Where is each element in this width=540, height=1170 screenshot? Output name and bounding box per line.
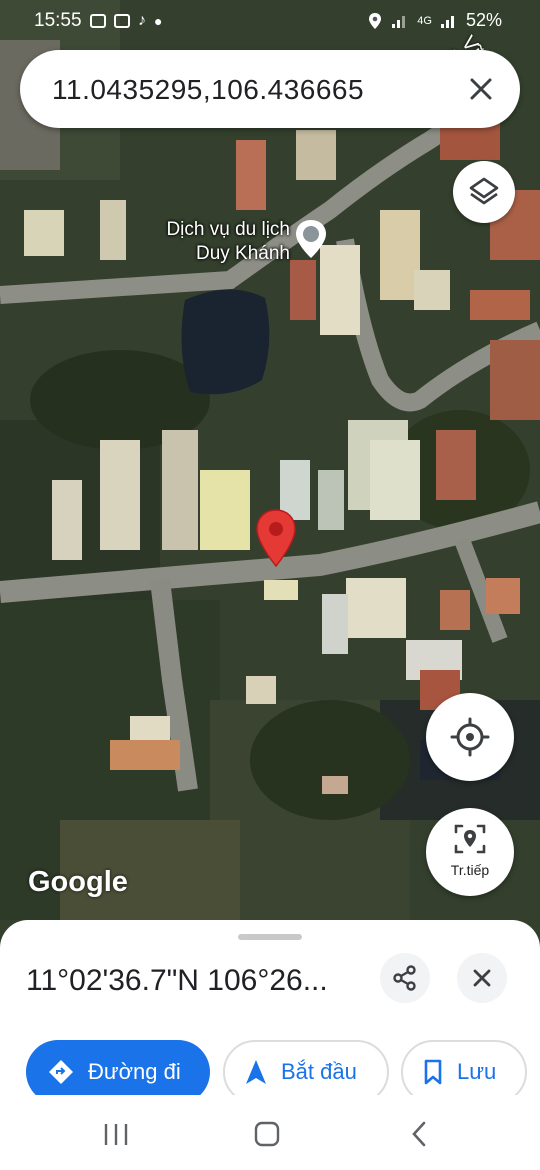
layers-button[interactable]: [453, 161, 515, 223]
crosshair-icon: [450, 717, 490, 757]
poi-pin-icon[interactable]: [292, 218, 330, 262]
search-bar[interactable]: 11.0435295,106.436665: [20, 50, 520, 128]
zalo-icon: [114, 14, 130, 28]
gallery-icon: [90, 14, 106, 28]
sheet-drag-handle[interactable]: [238, 934, 302, 940]
navigation-arrow-icon: [246, 1060, 266, 1084]
dropped-pin-icon[interactable]: [254, 508, 298, 570]
dot-icon: ●: [154, 13, 163, 29]
location-icon: [369, 12, 382, 29]
clear-search-icon[interactable]: [460, 68, 502, 110]
signal-icon: [392, 15, 406, 28]
live-view-icon: [454, 824, 486, 854]
status-time: 15:55: [34, 10, 82, 31]
google-logo: Google: [28, 866, 128, 898]
layers-icon: [469, 177, 499, 205]
close-sheet-button[interactable]: [457, 953, 507, 1003]
search-query[interactable]: 11.0435295,106.436665: [52, 74, 364, 106]
home-icon[interactable]: [247, 1119, 287, 1149]
live-view-label: Tr.tiếp: [450, 862, 490, 878]
save-label: Lưu: [457, 1059, 497, 1084]
battery-level: 52%: [465, 10, 502, 30]
live-view-button[interactable]: Tr.tiếp: [426, 808, 514, 896]
recent-apps-icon[interactable]: [96, 1119, 136, 1149]
share-button[interactable]: [380, 953, 430, 1003]
close-icon: [473, 969, 491, 987]
signal-icon-2: [440, 15, 454, 28]
system-navigation-bar: [0, 1095, 540, 1170]
place-coordinates: 11°02'36.7"N 106°26...: [26, 964, 328, 997]
share-icon: [393, 965, 416, 991]
poi-label[interactable]: Dịch vụ du lịch Duy Khánh: [144, 218, 290, 266]
poi-label-line1: Dịch vụ du lịch: [166, 219, 290, 240]
back-icon[interactable]: [400, 1119, 440, 1149]
status-bar: 15:55 ♪ ● 4G 52%: [0, 0, 540, 40]
directions-icon: [49, 1060, 73, 1084]
directions-label: Đường đi: [88, 1059, 181, 1084]
start-label: Bắt đầu: [281, 1059, 357, 1084]
network-type: 4G: [417, 14, 432, 27]
poi-label-line2: Duy Khánh: [195, 243, 290, 264]
notification-icons: ♪ ●: [90, 12, 162, 30]
status-right: 4G 52%: [367, 10, 502, 31]
tiktok-icon: ♪: [138, 12, 146, 29]
bookmark-icon: [424, 1059, 442, 1085]
my-location-button[interactable]: [426, 693, 514, 781]
